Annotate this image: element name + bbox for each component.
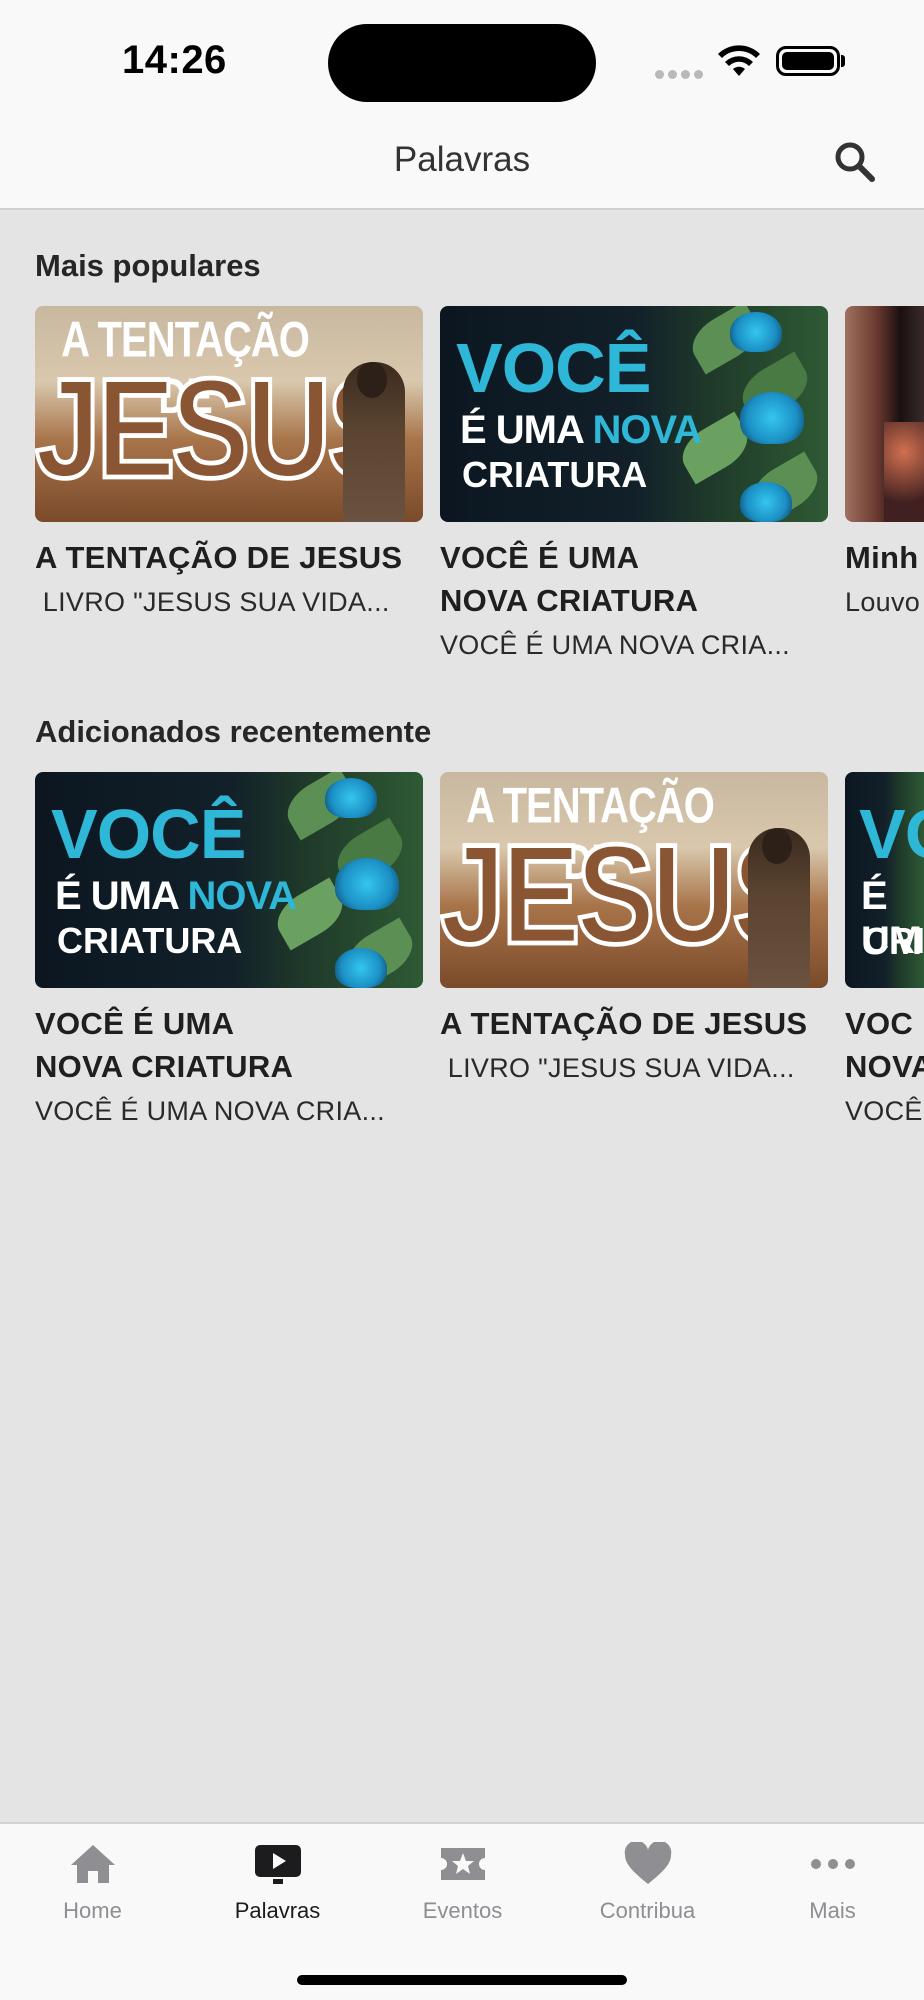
- tab-mais[interactable]: Mais: [740, 1842, 924, 1924]
- section-title: Adicionados recentemente: [35, 714, 432, 749]
- thumbnail-text: VOCÊ: [456, 329, 651, 407]
- sermon-card[interactable]: A TENTAÇÃO DE JESUS A TENTAÇÃO DE JESUS …: [440, 772, 828, 1084]
- tab-palavras[interactable]: Palavras: [185, 1842, 370, 1924]
- figure-head: [357, 362, 387, 398]
- card-subtitle: VOCÊ É UMA NOVA CRIA...: [440, 630, 790, 660]
- sermon-card[interactable]: VO É UM CRI VOC NOVA VOCÊ: [845, 772, 924, 1127]
- more-icon: [810, 1859, 855, 1869]
- card-title: A TENTAÇÃO DE JESUS: [35, 540, 403, 575]
- card-title-line2: NOVA CRIATURA: [35, 1049, 294, 1084]
- card-title: VOCÊ É UMA: [35, 1006, 235, 1041]
- status-bar: 14:26: [0, 0, 924, 112]
- play-icon: [254, 1845, 301, 1884]
- sermon-thumbnail: [845, 306, 924, 522]
- battery-icon: [776, 46, 840, 76]
- sermon-thumbnail: VO É UM CRI: [845, 772, 924, 988]
- wifi-icon: [718, 45, 760, 76]
- butterfly-illustration: [730, 312, 782, 352]
- tab-home[interactable]: Home: [0, 1842, 185, 1924]
- sermon-thumbnail: A TENTAÇÃO DE JESUS: [440, 772, 828, 988]
- status-time: 14:26: [122, 38, 227, 82]
- sermon-card[interactable]: VOCÊ É UMA NOVA CRIATURA VOCÊ É UMA NOVA…: [35, 772, 423, 1127]
- tab-label: Palavras: [234, 1898, 321, 1923]
- card-subtitle: VOCÊ É UMA NOVA CRIA...: [35, 1096, 385, 1126]
- page-title: Palavras: [393, 140, 531, 179]
- thumbnail-text: CRI: [863, 920, 924, 961]
- sermon-thumbnail: VOCÊ É UMA NOVA CRIATURA: [440, 306, 828, 522]
- card-subtitle: Louvo: [845, 587, 921, 617]
- tab-label: Mais: [809, 1898, 856, 1923]
- home-indicator: [297, 1975, 627, 1985]
- card-title-line2: NOVA CRIATURA: [440, 583, 699, 618]
- nav-header: Palavras: [0, 112, 924, 210]
- card-subtitle: VOCÊ: [845, 1096, 923, 1126]
- search-icon[interactable]: [830, 138, 878, 186]
- sermon-card[interactable]: Minh Louvo: [845, 306, 924, 618]
- butterfly-illustration: [335, 948, 387, 988]
- figure-head: [762, 828, 792, 864]
- concert-illustration: [884, 422, 924, 522]
- tab-eventos[interactable]: Eventos: [370, 1842, 555, 1924]
- card-title-line2: NOVA: [845, 1049, 924, 1084]
- tab-bar: Home Palavras Eventos Contribua Mais: [0, 1822, 924, 2000]
- sermon-card[interactable]: A TENTAÇÃO DE JESUS A TENTAÇÃO DE JESUS …: [35, 306, 423, 618]
- card-title: VOCÊ É UMA: [440, 540, 640, 575]
- tab-label: Contribua: [599, 1898, 696, 1923]
- home-icon: [70, 1845, 115, 1883]
- thumbnail-text: JESUS: [35, 349, 408, 509]
- battery-tip: [841, 55, 845, 67]
- card-title: Minh: [845, 540, 919, 575]
- card-subtitle: LIVRO "JESUS SUA VIDA...: [440, 1053, 795, 1083]
- sermon-thumbnail: VOCÊ É UMA NOVA CRIATURA: [35, 772, 423, 988]
- tab-label: Eventos: [422, 1898, 503, 1923]
- thumbnail-text: CRIATURA: [57, 920, 243, 961]
- sermon-card[interactable]: VOCÊ É UMA NOVA CRIATURA VOCÊ É UMA NOVA…: [440, 306, 828, 661]
- tab-label: Home: [63, 1898, 122, 1923]
- butterfly-illustration: [740, 482, 792, 522]
- card-title: A TENTAÇÃO DE JESUS: [440, 1006, 808, 1041]
- thumbnail-text: JESUS: [440, 815, 813, 975]
- tab-contribua[interactable]: Contribua: [555, 1842, 740, 1924]
- thumbnail-text: É UMA NOVA: [55, 874, 297, 918]
- ticket-icon: [440, 1848, 485, 1880]
- dynamic-island: [328, 24, 596, 102]
- sermon-thumbnail: A TENTAÇÃO DE JESUS: [35, 306, 423, 522]
- butterfly-illustration: [325, 778, 377, 818]
- section-title: Mais populares: [35, 248, 261, 283]
- butterfly-illustration: [740, 392, 804, 444]
- thumbnail-text: É UMA NOVA: [460, 408, 702, 452]
- thumbnail-text: CRIATURA: [462, 454, 648, 495]
- card-subtitle: LIVRO "JESUS SUA VIDA...: [35, 587, 390, 617]
- thumbnail-text: VO: [859, 795, 924, 873]
- butterfly-illustration: [335, 858, 399, 910]
- cellular-signal-icon: [655, 66, 707, 84]
- card-title: VOC: [845, 1006, 914, 1041]
- heart-icon: [624, 1842, 671, 1884]
- thumbnail-text: VOCÊ: [51, 795, 246, 873]
